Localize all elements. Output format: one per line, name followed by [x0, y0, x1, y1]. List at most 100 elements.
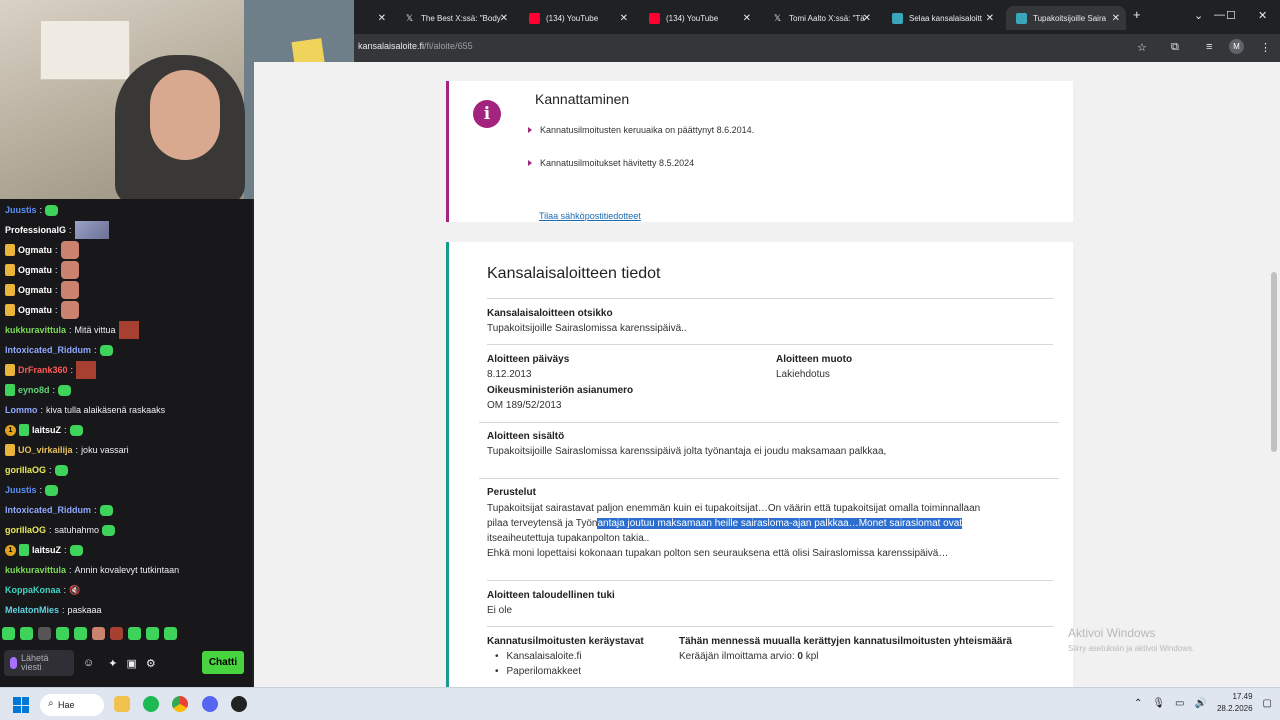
chat-message: gorillaOG:: [5, 460, 68, 480]
menu-icon[interactable]: ⋮: [1260, 41, 1271, 54]
browser-tab[interactable]: Tupakoitsijoille Saira ✕: [1006, 6, 1126, 30]
chat-username[interactable]: Ogmatu: [18, 285, 52, 295]
chat-message: UO_virkailija: joku vassari: [5, 440, 129, 460]
discord-icon[interactable]: [202, 696, 218, 712]
chat-message: Ogmatu:: [5, 260, 79, 280]
volume-icon[interactable]: 🔊: [1195, 698, 1207, 709]
close-tab-icon[interactable]: ✕: [1112, 13, 1120, 24]
chat-message: Ogmatu:: [5, 280, 79, 300]
browser-tab[interactable]: 𝕏 The Best X:ssä: "Body ✕: [394, 6, 514, 30]
chat-username[interactable]: gorillaOG: [5, 525, 46, 535]
otsikko-label: Kansalaisaloitteen otsikko: [487, 308, 613, 319]
browser-tab[interactable]: (134) YouTube ✕: [639, 6, 757, 30]
file-explorer-icon[interactable]: [114, 696, 130, 712]
perustelut-line: Tupakoitsijat sairastavat paljon enemmän…: [487, 503, 981, 514]
stream-chat: Juustis: ProfessionalG: Ogmatu: Ogmatu: Ogma…: [0, 199, 252, 687]
chat-text: kiva tulla alaikäsenä raskaaks: [46, 405, 166, 415]
emote-bar[interactable]: [2, 627, 177, 640]
tab-search-icon[interactable]: ⌄: [1194, 9, 1203, 22]
microphone-icon[interactable]: 🎙: [1152, 698, 1165, 709]
selected-text[interactable]: antaja joutuu maksamaan heille sairaslom…: [597, 518, 963, 529]
network-icon[interactable]: ▭: [1175, 698, 1184, 709]
bookmark-star-icon[interactable]: ☆: [1137, 41, 1147, 54]
chevron-up-icon[interactable]: ⌃: [1134, 698, 1142, 709]
rewards-icon[interactable]: ✦: [108, 657, 117, 670]
emote-picker-icon[interactable]: ☺: [83, 657, 94, 669]
chat-username[interactable]: kukkuravittula: [5, 565, 66, 575]
close-tab-icon[interactable]: ✕: [500, 13, 508, 24]
profile-avatar[interactable]: M: [1229, 39, 1244, 54]
windows-start-icon[interactable]: [13, 697, 29, 713]
minimize-button[interactable]: —: [1214, 9, 1225, 21]
otsikko-value: Tupakoitsijoille Sairaslomissa karenssip…: [487, 323, 687, 334]
chat-username[interactable]: KoppaKonaa: [5, 585, 61, 595]
chat-emote-icon: [74, 221, 109, 239]
chat-username[interactable]: eyno8d: [18, 385, 50, 395]
store-icon[interactable]: ▣: [126, 657, 136, 670]
youtube-icon: [529, 12, 540, 24]
chat-username[interactable]: Juustis: [5, 205, 37, 215]
chat-message: Juustis:: [5, 200, 59, 220]
notifications-icon[interactable]: ▢: [1263, 698, 1272, 709]
chat-message: Lommo: kiva tulla alaikäsenä raskaaks: [5, 405, 166, 415]
chat-username[interactable]: MelatonMies: [5, 605, 59, 615]
chat-username[interactable]: gorillaOG: [5, 465, 46, 475]
aloite-details-box: Kansalaisaloitteen tiedot Kansalaisaloit…: [446, 242, 1073, 687]
browser-tab[interactable]: (134) YouTube ✕: [519, 6, 634, 30]
chat-username[interactable]: laitsuZ: [32, 545, 61, 555]
address-bar[interactable]: kansalaisaloite.fi/fi/aloite/655 ☆ ⧉ ≡ M…: [354, 34, 1280, 62]
details-title: Kansalaisaloitteen tiedot: [487, 265, 661, 282]
chrome-icon[interactable]: [172, 696, 188, 712]
microphone-icon[interactable]: [10, 657, 17, 669]
chat-username[interactable]: Ogmatu: [18, 245, 52, 255]
chat-message: gorillaOG: satuhahmo: [5, 520, 116, 540]
close-tab-icon[interactable]: ✕: [986, 13, 994, 24]
new-tab-button[interactable]: +: [1133, 7, 1141, 22]
chat-username[interactable]: Intoxicated_Riddum: [5, 505, 91, 515]
scrollbar-thumb[interactable]: [1271, 272, 1277, 452]
chat-message: KoppaKonaa: 🔇: [5, 584, 81, 596]
chat-username[interactable]: kukkuravittula: [5, 325, 66, 335]
page-scrollbar[interactable]: [1268, 62, 1280, 687]
chat-username[interactable]: Lommo: [5, 405, 38, 415]
chat-username[interactable]: ProfessionalG: [5, 225, 66, 235]
asianumero-label: Oikeusministeriön asianumero: [487, 385, 634, 396]
close-tab-icon[interactable]: ✕: [620, 13, 628, 24]
keraystavat-label: Kannatusilmoitusten keräystavat: [487, 636, 644, 647]
browser-tab[interactable]: Selaa kansalaisaloitt ✕: [882, 6, 1000, 30]
windows-activation-watermark: Aktivoi Windows Siirry asetuksiin ja akt…: [1068, 626, 1195, 653]
sisalto-label: Aloitteen sisältö: [487, 431, 565, 442]
chat-send-button[interactable]: Chatti: [202, 651, 244, 674]
chat-username[interactable]: laitsuZ: [32, 425, 61, 435]
extensions-icon[interactable]: ⧉: [1171, 41, 1179, 54]
browser-tab[interactable]: 𝕏 Tomi Aalto X:ssä: "Tä ✕: [762, 6, 877, 30]
close-tab-icon[interactable]: ✕: [863, 13, 871, 24]
chat-username[interactable]: Ogmatu: [18, 265, 52, 275]
chat-emote-icon: [60, 281, 79, 299]
obs-icon[interactable]: [231, 696, 247, 712]
chat-username[interactable]: Intoxicated_Riddum: [5, 345, 91, 355]
chat-username[interactable]: Juustis: [5, 485, 37, 495]
chat-username[interactable]: Ogmatu: [18, 305, 52, 315]
close-tab-icon[interactable]: ✕: [378, 13, 386, 24]
tab-title: Tomi Aalto X:ssä: "Tä: [789, 13, 865, 23]
badge-icon: [5, 304, 15, 316]
media-control-icon[interactable]: ≡: [1206, 41, 1212, 53]
browser-tab[interactable]: ✕: [354, 6, 392, 30]
settings-icon[interactable]: ⚙: [146, 657, 156, 670]
url-text[interactable]: kansalaisaloite.fi/fi/aloite/655: [358, 41, 473, 51]
chat-username[interactable]: UO_virkailija: [18, 445, 73, 455]
taskbar-search[interactable]: ⌕ Hae: [40, 694, 104, 716]
close-tab-icon[interactable]: ✕: [743, 13, 751, 24]
paivays-value: 8.12.2013: [487, 369, 532, 380]
tab-title: Tupakoitsijoille Saira: [1033, 13, 1107, 23]
subscribe-email-link[interactable]: Tilaa sähköpostitiedotteet: [539, 211, 641, 221]
spotify-icon[interactable]: [143, 696, 159, 712]
close-window-button[interactable]: ✕: [1258, 9, 1267, 22]
chat-username[interactable]: DrFrank360: [18, 365, 68, 375]
chat-message: kukkuravittula: Annin kovalevyt tutkintaa…: [5, 565, 180, 575]
clock[interactable]: 17.49 28.2.2026: [1217, 691, 1253, 715]
chat-input[interactable]: Lähetä viesti: [4, 650, 74, 676]
maximize-button[interactable]: ☐: [1226, 9, 1236, 22]
chat-message: Juustis:: [5, 480, 59, 500]
